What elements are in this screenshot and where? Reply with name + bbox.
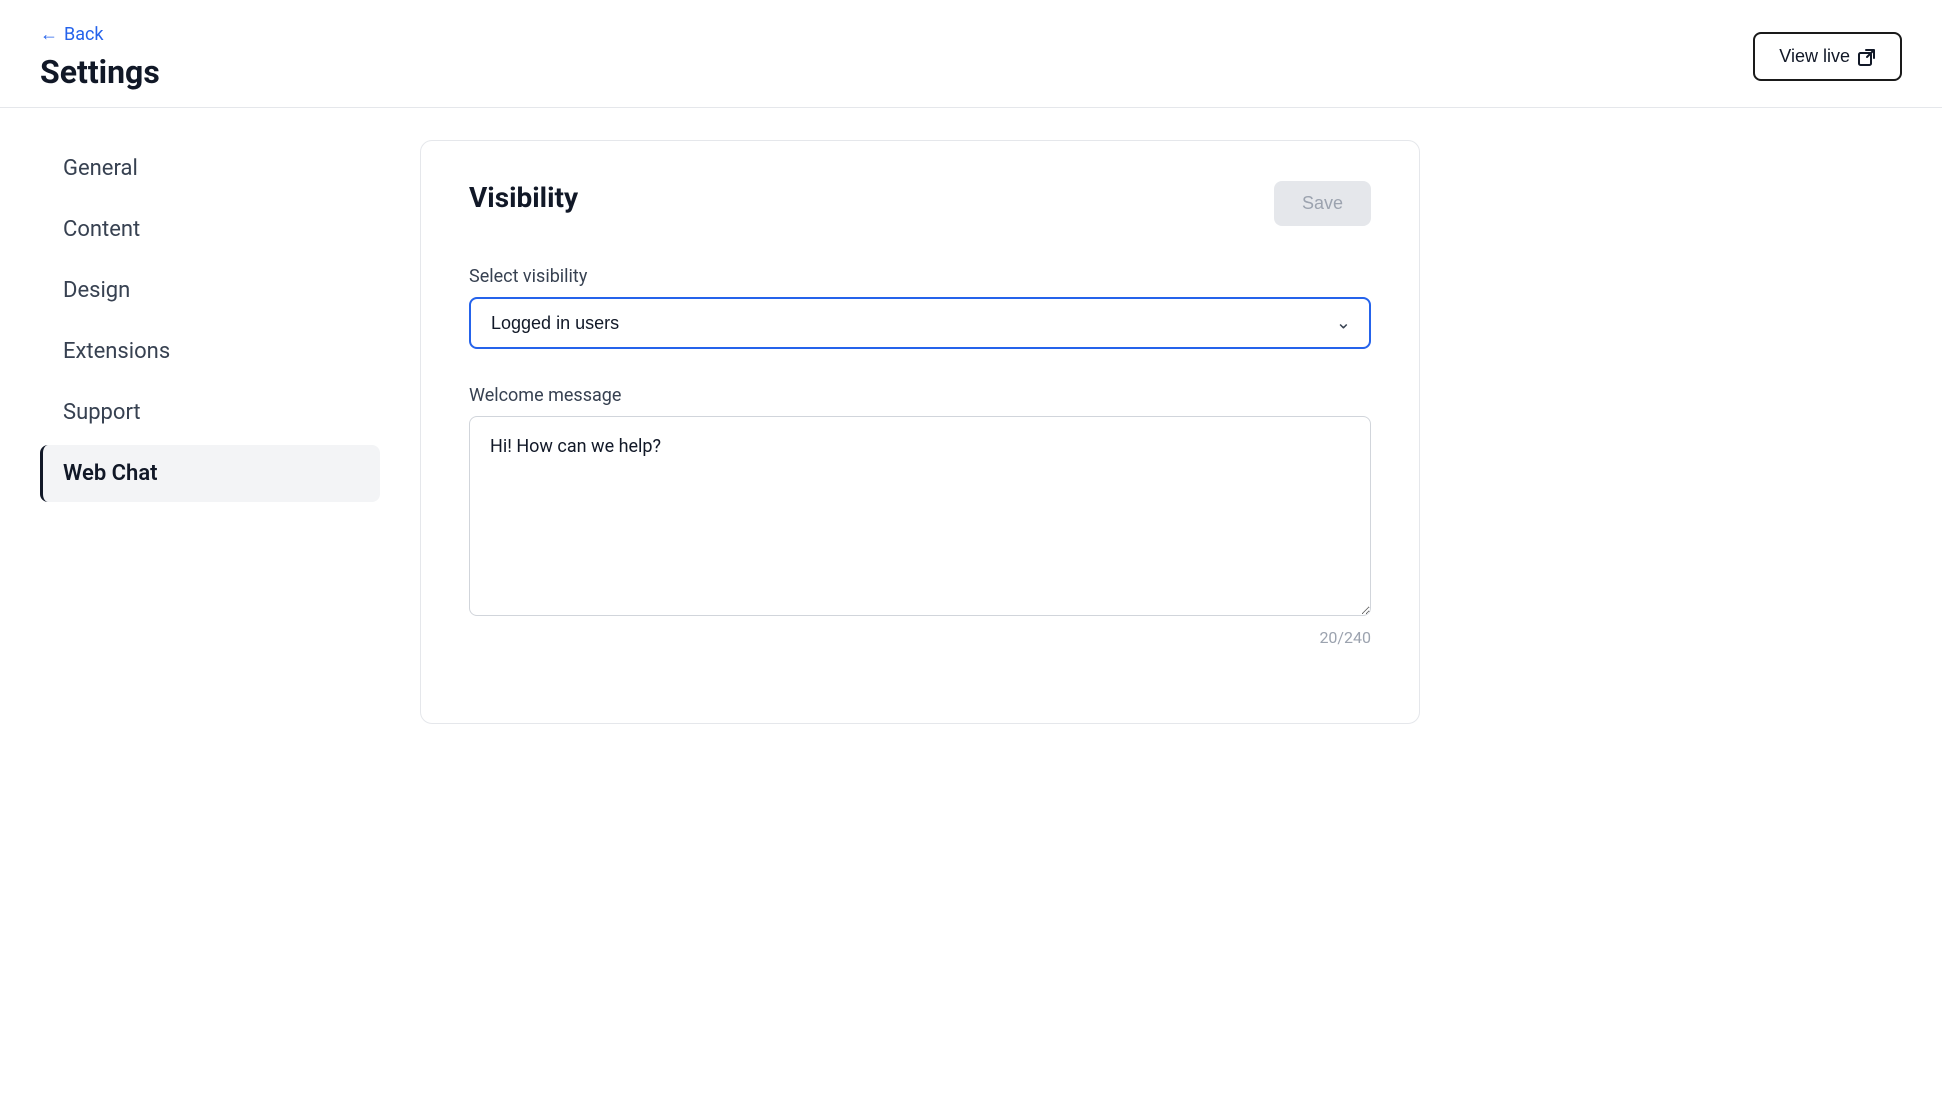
sidebar-item-design[interactable]: Design <box>40 262 380 319</box>
page-title: Settings <box>40 53 160 91</box>
header-left: ← Back Settings <box>40 24 160 91</box>
sidebar-item-extensions[interactable]: Extensions <box>40 323 380 380</box>
welcome-message-label: Welcome message <box>469 385 1371 406</box>
visibility-select-wrapper: Everyone Logged in users Admins only Hid… <box>469 297 1371 349</box>
external-link-icon <box>1858 48 1876 66</box>
card-header: Visibility Save <box>469 181 1371 226</box>
welcome-message-form-group: Welcome message Hi! How can we help? 20/… <box>469 385 1371 647</box>
settings-card: Visibility Save Select visibility Everyo… <box>420 140 1420 724</box>
save-button[interactable]: Save <box>1274 181 1371 226</box>
back-link[interactable]: ← Back <box>40 24 160 45</box>
view-live-button[interactable]: View live <box>1753 32 1902 81</box>
content-area: Visibility Save Select visibility Everyo… <box>420 140 1902 1048</box>
visibility-select[interactable]: Everyone Logged in users Admins only Hid… <box>469 297 1371 349</box>
visibility-label: Select visibility <box>469 266 1371 287</box>
main-layout: General Content Design Extensions Suppor… <box>0 108 1942 1080</box>
sidebar-item-support[interactable]: Support <box>40 384 380 441</box>
char-count: 20/240 <box>469 628 1371 647</box>
back-label: Back <box>64 24 104 45</box>
page-header: ← Back Settings View live <box>0 0 1942 108</box>
sidebar-item-general[interactable]: General <box>40 140 380 197</box>
welcome-message-textarea[interactable]: Hi! How can we help? <box>469 416 1371 616</box>
visibility-form-group: Select visibility Everyone Logged in use… <box>469 266 1371 349</box>
sidebar-item-content[interactable]: Content <box>40 201 380 258</box>
sidebar-nav: General Content Design Extensions Suppor… <box>40 140 380 502</box>
back-arrow-icon: ← <box>40 24 58 45</box>
sidebar-item-web-chat[interactable]: Web Chat <box>40 445 380 502</box>
sidebar: General Content Design Extensions Suppor… <box>40 140 380 1048</box>
card-title: Visibility <box>469 181 578 214</box>
view-live-label: View live <box>1779 46 1850 67</box>
